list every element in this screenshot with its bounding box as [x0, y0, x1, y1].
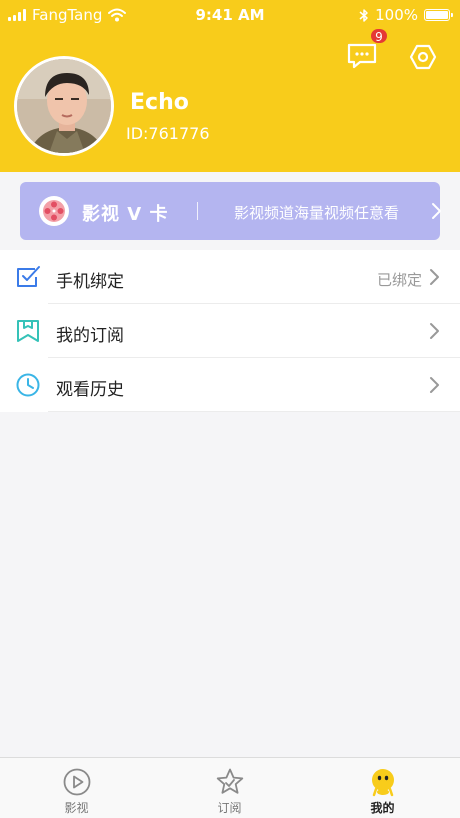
- menu-item-status: 已绑定: [376, 271, 422, 289]
- tab-me[interactable]: 我的: [306, 758, 459, 818]
- tab-label: 订阅: [217, 801, 242, 815]
- vcard-title: 影视 V 卡: [82, 204, 169, 225]
- battery-percent: 100%: [375, 6, 418, 24]
- menu-item-label: 手机绑定: [56, 272, 124, 292]
- menu-item-my-subscriptions[interactable]: 我的订阅: [0, 304, 460, 358]
- menu-item-label: 我的订阅: [56, 326, 124, 346]
- settings-icon[interactable]: [408, 42, 438, 72]
- status-right: 100%: [359, 6, 453, 24]
- user-id: ID:761776: [126, 124, 210, 143]
- bluetooth-icon: [359, 8, 368, 22]
- tab-movies[interactable]: 影视: [0, 758, 153, 818]
- clock-icon: [16, 373, 40, 397]
- chevron-right-icon: [430, 269, 439, 285]
- vcard-separator: [197, 202, 198, 220]
- divider: [48, 411, 460, 412]
- tab-subscriptions[interactable]: 订阅: [153, 758, 306, 818]
- avatar-portrait: [17, 59, 111, 153]
- status-bar: FangTang 9:41 AM 100%: [0, 0, 460, 32]
- star-icon: [216, 768, 244, 794]
- chevron-right-icon: [430, 323, 439, 339]
- chevron-right-icon: [432, 203, 441, 219]
- menu-item-label: 观看历史: [56, 380, 124, 400]
- film-reel-icon: [39, 196, 69, 226]
- vcard-description: 影视频道海量视频任意看: [234, 204, 400, 222]
- tab-bar: 影视 订阅 我的: [0, 757, 460, 818]
- menu-item-watch-history[interactable]: 观看历史: [0, 358, 460, 412]
- menu-list: 手机绑定 已绑定 我的订阅 观看历史: [0, 250, 460, 412]
- tab-label: 影视: [64, 801, 89, 815]
- vcard-banner[interactable]: 影视 V 卡 影视频道海量视频任意看: [20, 182, 441, 240]
- menu-item-phone-binding[interactable]: 手机绑定 已绑定: [0, 250, 460, 304]
- avatar[interactable]: [14, 56, 114, 156]
- mascot-icon: [372, 769, 394, 797]
- battery-icon: [424, 9, 453, 21]
- check-square-icon: [17, 266, 40, 287]
- username: Echo: [130, 90, 189, 115]
- bookmark-icon: [17, 320, 39, 342]
- profile-header: FangTang 9:41 AM 100% 9 Echo ID:761776: [0, 0, 460, 172]
- message-badge: 9: [370, 28, 388, 44]
- message-icon[interactable]: [346, 42, 378, 70]
- tab-label: 我的: [370, 801, 395, 815]
- play-circle-icon: [63, 768, 91, 796]
- chevron-right-icon: [430, 377, 439, 393]
